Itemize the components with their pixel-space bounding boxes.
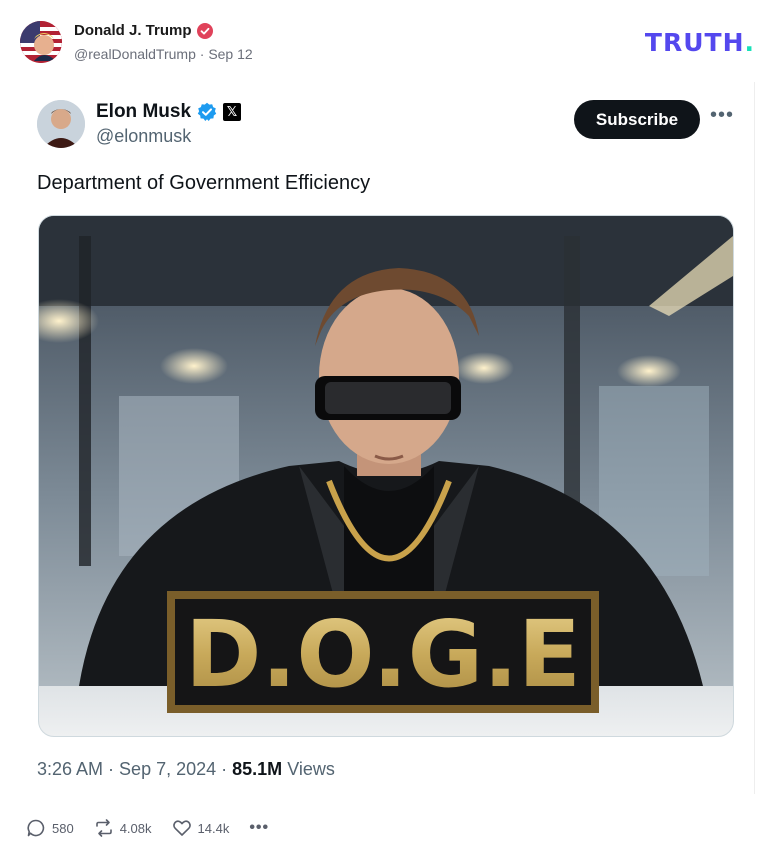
author-meta: @realDonaldTrump · Sep 12 xyxy=(74,46,253,62)
retruth-icon xyxy=(95,819,112,837)
reply-count: 580 xyxy=(52,820,74,836)
x-logo-icon: 𝕏 xyxy=(223,103,242,121)
truth-logo-text: TRUTH xyxy=(644,28,745,57)
truth-logo[interactable]: TRUTH. xyxy=(645,28,755,57)
tweet-author-avatar[interactable] xyxy=(37,100,85,148)
like-button[interactable]: 14.4k xyxy=(172,818,230,838)
tweet-author-handle[interactable]: @elonmusk xyxy=(96,126,191,147)
like-count: 14.4k xyxy=(197,820,230,836)
tweet-time: 3:26 AM xyxy=(37,759,104,779)
truth-logo-dot: . xyxy=(744,28,755,57)
retruth-button[interactable]: 4.08k xyxy=(94,818,152,838)
heart-icon xyxy=(172,820,191,836)
meta-separator: · xyxy=(195,46,209,62)
comment-icon xyxy=(27,819,45,837)
tweet-author-name[interactable]: Elon Musk xyxy=(96,101,191,123)
tweet-text: Department of Government Efficiency xyxy=(37,172,371,194)
subscribe-button[interactable]: Subscribe xyxy=(574,100,700,139)
tweet-date: Sep 7, 2024 xyxy=(119,759,217,779)
tweet-separator-1: · xyxy=(103,759,120,779)
sign-text: D.O.G.E xyxy=(185,601,581,708)
author-name-row[interactable]: Donald J. Trump xyxy=(74,22,213,39)
author-avatar[interactable] xyxy=(20,21,62,63)
author-handle[interactable]: @realDonaldTrump xyxy=(74,46,196,62)
tweet-author-name-row[interactable]: Elon Musk 𝕏 xyxy=(96,101,242,123)
retruth-count: 4.08k xyxy=(119,820,152,836)
more-icon[interactable]: ••• xyxy=(249,819,269,837)
post-date[interactable]: Sep 12 xyxy=(208,46,252,62)
verified-badge-icon xyxy=(196,22,213,39)
tweet-timestamp[interactable]: 3:26 AM · Sep 7, 2024 · 85.1M Views xyxy=(37,759,335,780)
views-count: 85.1M xyxy=(232,759,283,779)
post-header: Donald J. Trump @realDonaldTrump · Sep 1… xyxy=(0,0,777,80)
tweet-image[interactable]: D.O.G.E xyxy=(38,215,734,737)
post-actions: 580 4.08k 14.4k ••• xyxy=(26,816,269,840)
author-name[interactable]: Donald J. Trump xyxy=(74,22,192,39)
tweet-separator-2: · xyxy=(216,759,233,779)
verified-badge-icon xyxy=(197,102,217,121)
views-label: Views xyxy=(287,759,335,779)
embedded-tweet-card[interactable]: Elon Musk 𝕏 @elonmusk Subscribe ••• Depa… xyxy=(20,82,755,794)
reply-button[interactable]: 580 xyxy=(26,818,74,838)
tweet-more-icon[interactable]: ••• xyxy=(710,104,734,127)
